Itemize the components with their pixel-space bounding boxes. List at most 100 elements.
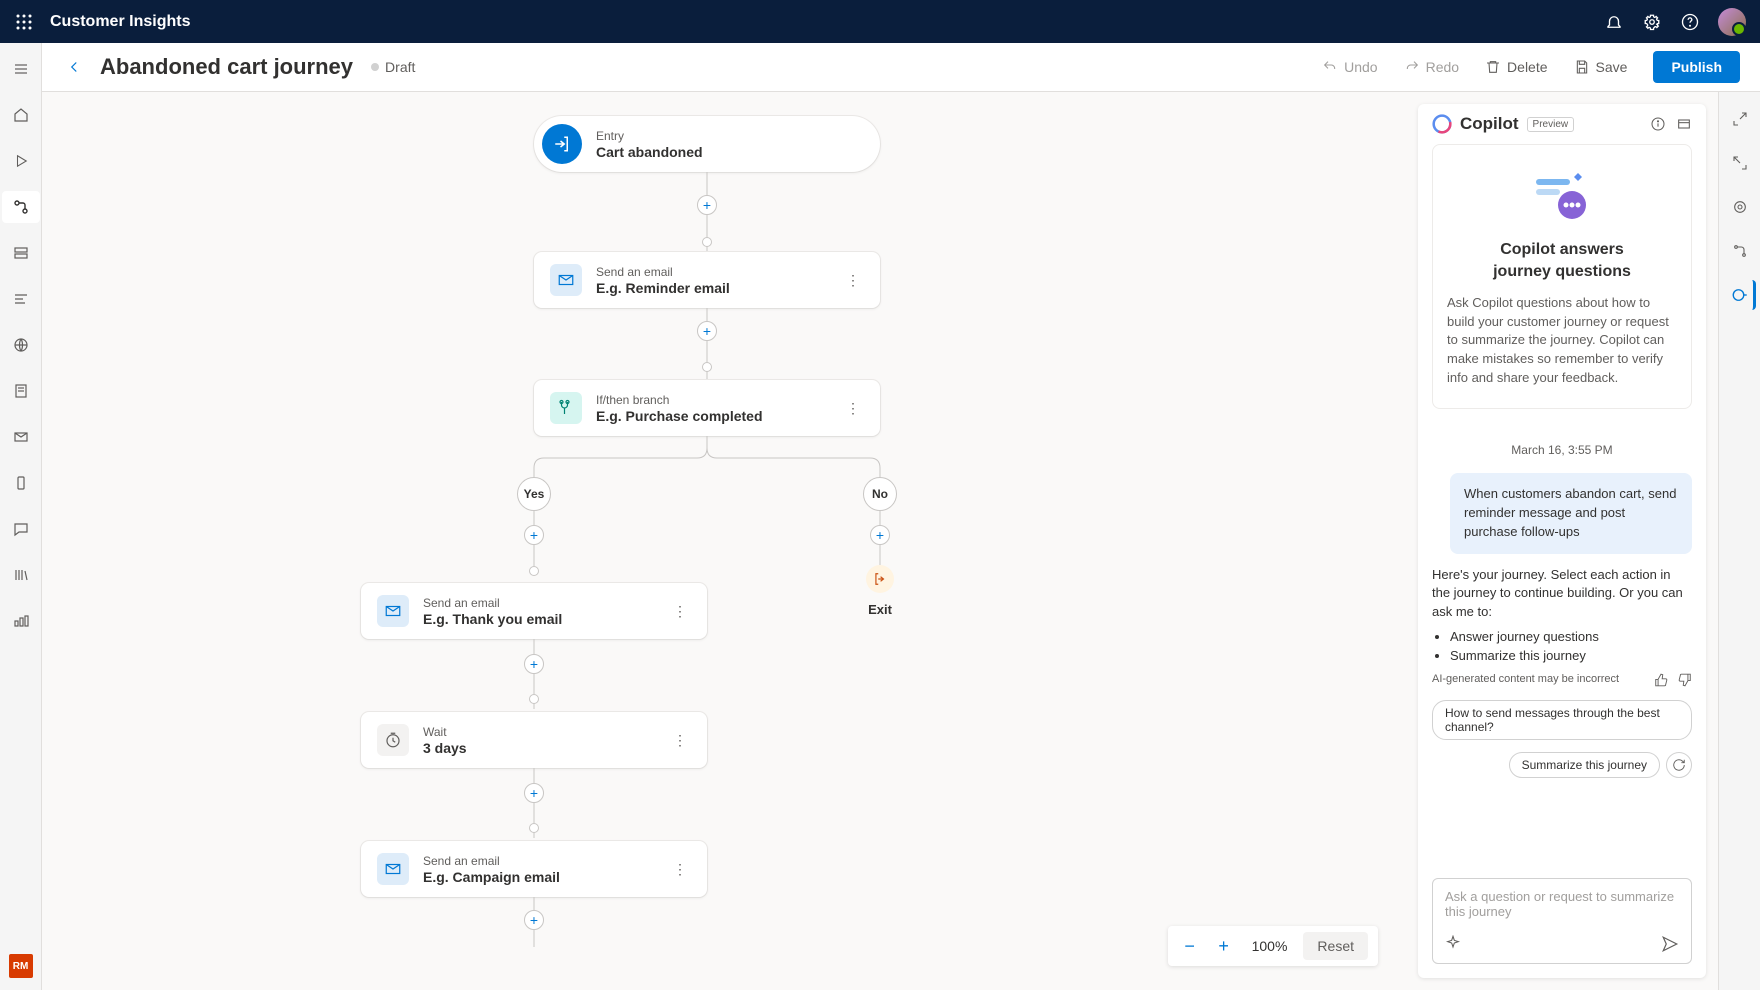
email-node-1[interactable]: Send an email E.g. Reminder email ⋮ bbox=[534, 252, 880, 308]
chat-icon[interactable] bbox=[2, 513, 40, 545]
connector-node bbox=[702, 362, 712, 372]
delete-button[interactable]: Delete bbox=[1475, 53, 1557, 81]
help-icon[interactable] bbox=[1680, 12, 1700, 32]
add-step-button[interactable]: + bbox=[524, 910, 544, 930]
refresh-suggestions-icon[interactable] bbox=[1666, 752, 1692, 778]
ai-disclaimer: AI-generated content may be incorrect bbox=[1432, 672, 1619, 688]
more-icon[interactable]: ⋮ bbox=[842, 400, 864, 417]
undo-button[interactable]: Undo bbox=[1312, 53, 1387, 81]
persona-badge[interactable]: RM bbox=[9, 954, 33, 978]
library-icon[interactable] bbox=[2, 559, 40, 591]
add-step-button[interactable]: + bbox=[697, 195, 717, 215]
email3-label: Send an email bbox=[423, 854, 560, 868]
app-name: Customer Insights bbox=[50, 13, 190, 31]
thumbs-up-icon[interactable] bbox=[1654, 673, 1668, 687]
email-node-3[interactable]: Send an email E.g. Campaign email ⋮ bbox=[361, 841, 707, 897]
clock-icon bbox=[377, 724, 409, 756]
exit-label: Exit bbox=[868, 602, 892, 617]
branch-icon bbox=[550, 392, 582, 424]
reports-icon[interactable] bbox=[2, 605, 40, 637]
waffle-menu[interactable] bbox=[14, 12, 34, 32]
copilot-input[interactable] bbox=[1445, 889, 1679, 925]
zoom-controls: − + 100% Reset bbox=[1168, 926, 1378, 966]
send-icon[interactable] bbox=[1661, 935, 1679, 953]
branch-connector bbox=[534, 436, 880, 496]
zoom-out-button[interactable]: − bbox=[1178, 934, 1202, 958]
preview-badge: Preview bbox=[1527, 117, 1575, 132]
segments-icon[interactable] bbox=[2, 237, 40, 269]
copilot-logo-icon bbox=[1432, 114, 1452, 134]
branch-label: If/then branch bbox=[596, 393, 763, 407]
home-icon[interactable] bbox=[2, 99, 40, 131]
yes-label: Yes bbox=[517, 477, 551, 511]
path-icon[interactable] bbox=[1725, 236, 1755, 266]
info-icon[interactable] bbox=[1650, 116, 1666, 132]
add-step-button[interactable]: + bbox=[697, 321, 717, 341]
suggestion-chip-2[interactable]: Summarize this journey bbox=[1509, 752, 1660, 778]
more-icon[interactable]: ⋮ bbox=[669, 861, 691, 878]
entry-label: Entry bbox=[596, 129, 703, 143]
connector-node bbox=[529, 566, 539, 576]
email-node-2[interactable]: Send an email E.g. Thank you email ⋮ bbox=[361, 583, 707, 639]
timestamp: March 16, 3:55 PM bbox=[1432, 443, 1692, 457]
email-icon[interactable] bbox=[2, 421, 40, 453]
publish-button[interactable]: Publish bbox=[1653, 51, 1740, 83]
redo-button[interactable]: Redo bbox=[1394, 53, 1469, 81]
connector-node bbox=[529, 694, 539, 704]
zoom-value: 100% bbox=[1246, 938, 1294, 954]
mail-icon bbox=[377, 853, 409, 885]
more-icon[interactable]: ⋮ bbox=[842, 272, 864, 289]
add-step-button[interactable]: + bbox=[524, 525, 544, 545]
email2-title: E.g. Thank you email bbox=[423, 611, 562, 627]
copilot-rail-icon[interactable] bbox=[1726, 280, 1756, 310]
no-label: No bbox=[863, 477, 897, 511]
email3-title: E.g. Campaign email bbox=[423, 869, 560, 885]
mobile-icon[interactable] bbox=[2, 467, 40, 499]
sparkle-icon[interactable] bbox=[1445, 935, 1461, 953]
save-button[interactable]: Save bbox=[1564, 53, 1638, 81]
entry-title: Cart abandoned bbox=[596, 144, 703, 160]
user-message: When customers abandon cart, send remind… bbox=[1450, 473, 1692, 554]
more-icon[interactable]: ⋮ bbox=[669, 732, 691, 749]
add-step-button[interactable]: + bbox=[524, 654, 544, 674]
thumbs-down-icon[interactable] bbox=[1678, 673, 1692, 687]
copilot-title: Copilot bbox=[1460, 114, 1519, 134]
back-button[interactable] bbox=[62, 55, 86, 79]
wait-title: 3 days bbox=[423, 740, 467, 756]
email1-title: E.g. Reminder email bbox=[596, 280, 730, 296]
globe-icon[interactable] bbox=[2, 329, 40, 361]
expand-out-icon[interactable] bbox=[1725, 148, 1755, 178]
copilot-panel: Copilot Preview Copilot answersjourney q… bbox=[1418, 104, 1706, 978]
more-icon[interactable]: ⋮ bbox=[669, 603, 691, 620]
wait-node[interactable]: Wait 3 days ⋮ bbox=[361, 712, 707, 768]
status-pill: Draft bbox=[371, 59, 415, 75]
add-step-button[interactable]: + bbox=[870, 525, 890, 545]
analytics-icon[interactable] bbox=[2, 283, 40, 315]
entry-node[interactable]: Entry Cart abandoned bbox=[534, 116, 880, 172]
add-step-button[interactable]: + bbox=[524, 783, 544, 803]
settings-icon[interactable] bbox=[1642, 12, 1662, 32]
exit-icon bbox=[866, 565, 894, 593]
page-title: Abandoned cart journey bbox=[100, 54, 353, 80]
hamburger-menu[interactable] bbox=[2, 53, 40, 85]
forms-icon[interactable] bbox=[2, 375, 40, 407]
email1-label: Send an email bbox=[596, 265, 730, 279]
target-icon[interactable] bbox=[1725, 192, 1755, 222]
connector-node bbox=[702, 237, 712, 247]
notifications-icon[interactable] bbox=[1604, 12, 1624, 32]
zoom-in-button[interactable]: + bbox=[1212, 934, 1236, 958]
expand-icon[interactable] bbox=[1676, 116, 1692, 132]
expand-in-icon[interactable] bbox=[1725, 104, 1755, 134]
copilot-intro-card: Copilot answersjourney questions Ask Cop… bbox=[1432, 144, 1692, 409]
journeys-icon[interactable] bbox=[2, 191, 40, 223]
branch-node[interactable]: If/then branch E.g. Purchase completed ⋮ bbox=[534, 380, 880, 436]
ai-message: Here's your journey. Select each action … bbox=[1432, 566, 1692, 688]
suggestion-chip-1[interactable]: How to send messages through the best ch… bbox=[1432, 700, 1692, 740]
entry-icon bbox=[542, 124, 582, 164]
play-icon[interactable] bbox=[2, 145, 40, 177]
user-avatar[interactable] bbox=[1718, 8, 1746, 36]
mail-icon bbox=[377, 595, 409, 627]
mail-icon bbox=[550, 264, 582, 296]
zoom-reset-button[interactable]: Reset bbox=[1303, 932, 1368, 960]
connector-node bbox=[529, 823, 539, 833]
